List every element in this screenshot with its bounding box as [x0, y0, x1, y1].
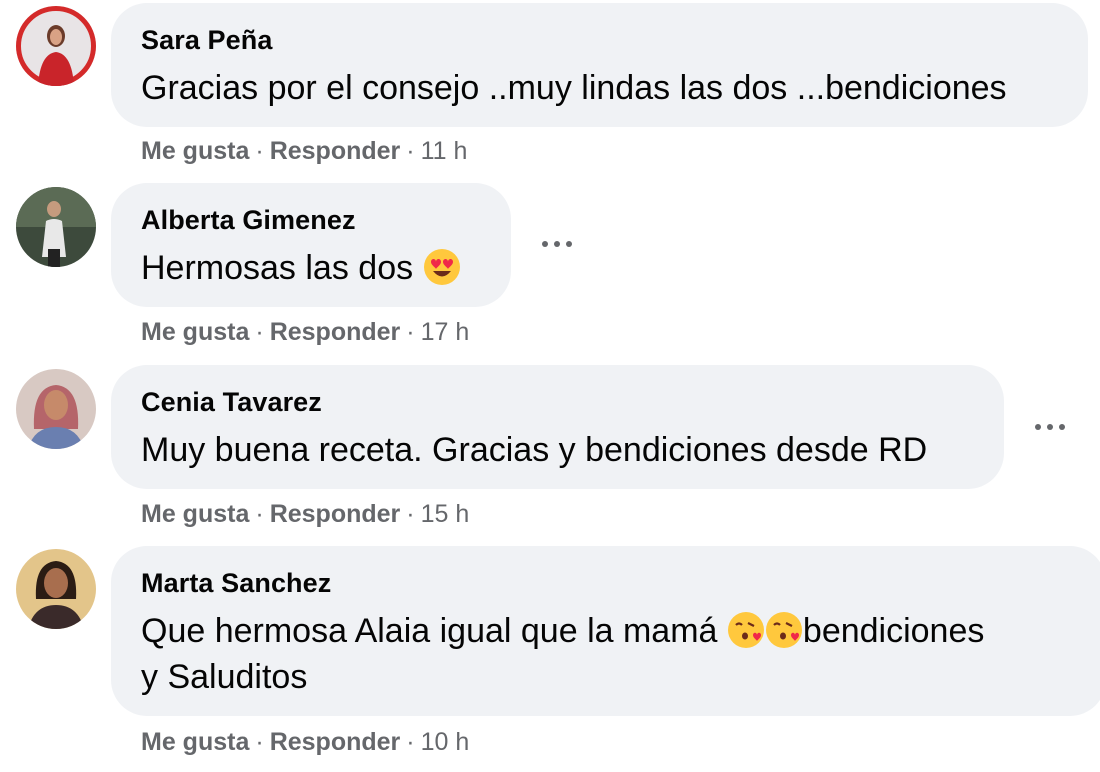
- separator: ·: [255, 728, 264, 756]
- comment-actions: Me gusta · Responder · 15 h: [141, 500, 469, 529]
- avatar-photo-icon: [16, 369, 96, 449]
- comment-text-line1-start: Que hermosa Alaia igual que la mamá: [141, 612, 718, 650]
- more-options-button[interactable]: [1027, 407, 1073, 447]
- separator: ·: [406, 500, 415, 528]
- comment-text: Muy buena receta. Gracias y bendiciones …: [141, 431, 928, 469]
- comment-text-line1-end: bendiciones: [802, 612, 985, 650]
- comment-actions: Me gusta · Responder · 10 h: [141, 728, 469, 757]
- avatar-photo-icon: [16, 187, 96, 267]
- comment-author[interactable]: Cenia Tavarez: [141, 387, 322, 418]
- separator: ·: [406, 137, 415, 165]
- reply-button[interactable]: Responder: [270, 728, 401, 756]
- heart-eyes-emoji-icon: [423, 248, 461, 286]
- avatar-photo-icon: [16, 549, 96, 629]
- comment-bubble: Cenia Tavarez Muy buena receta. Gracias …: [111, 365, 1004, 489]
- comment-text-line2: y Saluditos: [141, 658, 308, 696]
- more-options-button[interactable]: [534, 224, 580, 264]
- comment-bubble: Alberta Gimenez Hermosas las dos: [111, 183, 511, 307]
- kissing-heart-emoji-icon: [765, 611, 803, 649]
- comment-1: Sara Peña Gracias por el consejo ..muy l…: [0, 0, 1100, 180]
- comment-text: Que hermosa Alaia igual que la mamá bend…: [141, 608, 984, 700]
- comment-author[interactable]: Alberta Gimenez: [141, 205, 356, 236]
- like-button[interactable]: Me gusta: [141, 318, 249, 346]
- avatar[interactable]: [16, 549, 96, 629]
- comment-text: Gracias por el consejo ..muy lindas las …: [141, 69, 1007, 107]
- comment-author[interactable]: Marta Sanchez: [141, 568, 331, 599]
- comment-bubble: Sara Peña Gracias por el consejo ..muy l…: [111, 3, 1088, 127]
- like-button[interactable]: Me gusta: [141, 137, 249, 165]
- comment-timestamp[interactable]: 10 h: [421, 728, 470, 756]
- more-options-icon: [1035, 424, 1065, 430]
- separator: ·: [406, 728, 415, 756]
- reply-button[interactable]: Responder: [270, 318, 401, 346]
- separator: ·: [255, 500, 264, 528]
- comment-bubble: Marta Sanchez Que hermosa Alaia igual qu…: [111, 546, 1100, 716]
- avatar[interactable]: [16, 187, 96, 267]
- like-button[interactable]: Me gusta: [141, 500, 249, 528]
- comment-timestamp[interactable]: 17 h: [421, 318, 470, 346]
- comment-text: Hermosas las dos: [141, 245, 461, 291]
- comment-2: Alberta Gimenez Hermosas las dos Me gust…: [0, 182, 1100, 362]
- comment-3: Cenia Tavarez Muy buena receta. Gracias …: [0, 364, 1100, 544]
- kissing-heart-emoji-icon: [727, 611, 765, 649]
- comment-actions: Me gusta · Responder · 11 h: [141, 137, 467, 166]
- like-button[interactable]: Me gusta: [141, 728, 249, 756]
- more-options-icon: [542, 241, 572, 247]
- reply-button[interactable]: Responder: [270, 137, 401, 165]
- comment-timestamp[interactable]: 11 h: [421, 137, 468, 165]
- comment-timestamp[interactable]: 15 h: [421, 500, 470, 528]
- comment-actions: Me gusta · Responder · 17 h: [141, 318, 469, 347]
- comment-text-content: Hermosas las dos: [141, 249, 414, 287]
- reply-button[interactable]: Responder: [270, 500, 401, 528]
- comment-4: Marta Sanchez Que hermosa Alaia igual qu…: [0, 545, 1100, 772]
- avatar[interactable]: [16, 369, 96, 449]
- separator: ·: [255, 137, 264, 165]
- avatar[interactable]: [16, 6, 96, 86]
- comment-author[interactable]: Sara Peña: [141, 25, 272, 56]
- separator: ·: [406, 318, 415, 346]
- separator: ·: [255, 318, 264, 346]
- avatar-photo-icon: [16, 6, 96, 86]
